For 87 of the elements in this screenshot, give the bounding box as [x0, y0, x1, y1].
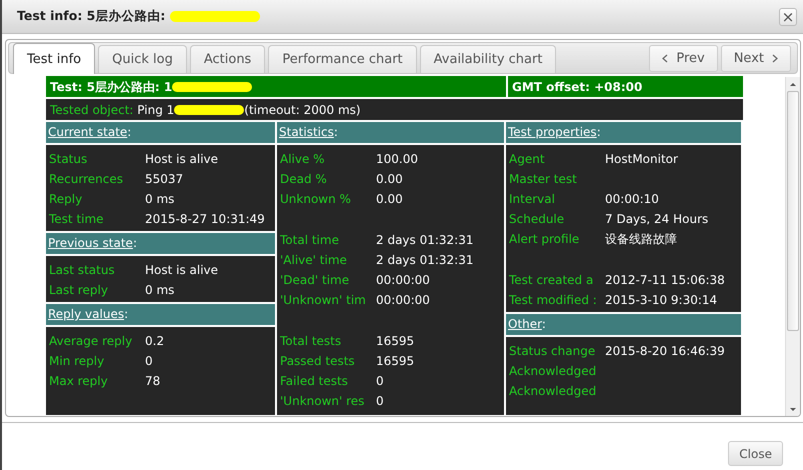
- field-label: Unknown %: [280, 191, 352, 208]
- field-label: Min reply: [49, 353, 106, 370]
- field-label: Failed tests: [280, 373, 349, 390]
- field-label: Acknowledged: [509, 363, 598, 380]
- section-link[interactable]: Other: [508, 317, 542, 331]
- section-link[interactable]: Statistics: [279, 125, 334, 139]
- field-value: 0 ms: [145, 282, 176, 299]
- field-label: 'Dead' time: [280, 272, 350, 289]
- field-value: 0.00: [376, 171, 404, 188]
- field-value: 2015-8-27 10:31:49: [145, 211, 266, 228]
- field-value: 0.00: [376, 191, 404, 208]
- field-value: 55037: [145, 171, 184, 188]
- field-value: 0.2: [145, 333, 166, 350]
- field-label: Agent: [509, 151, 546, 168]
- field-value: 0 ms: [145, 191, 176, 208]
- section-link[interactable]: Test properties: [508, 125, 597, 139]
- field-label: Total time: [280, 232, 340, 249]
- tab[interactable]: Performance chart: [268, 45, 417, 73]
- field-value: 0: [376, 393, 385, 410]
- dialog-title: Test info: 5层办公路由:: [17, 8, 166, 25]
- field-value: 16595: [376, 353, 416, 370]
- chevron-left-icon: [662, 54, 668, 62]
- field-value: 16595: [376, 333, 416, 350]
- field-label: Total tests: [280, 333, 342, 350]
- field-label: Alert profile: [509, 231, 580, 248]
- field-value: 2 days 01:32:31: [376, 252, 474, 269]
- field-label: Recurrences: [49, 171, 124, 188]
- field-value: 00:00:00: [376, 272, 431, 289]
- field-label: Average reply: [49, 333, 134, 350]
- close-button[interactable]: Close: [728, 441, 783, 466]
- field-value: 2015-3-10 9:30:14: [605, 292, 718, 309]
- field-value: 78: [145, 373, 162, 390]
- field-value: 2015-8-20 16:46:39: [605, 343, 726, 360]
- prev-button[interactable]: Prev: [649, 44, 718, 72]
- field-label: Acknowledged: [509, 383, 598, 400]
- field-label: 'Alive' time: [280, 252, 348, 269]
- field-label: 'Unknown' tim: [280, 292, 367, 309]
- field-label: Passed tests: [280, 353, 356, 370]
- field-value: 00:00:10: [605, 191, 660, 208]
- colon: :: [124, 307, 128, 321]
- field-value: 100.00: [376, 151, 419, 168]
- field-value: 7 Days, 24 Hours: [605, 211, 710, 228]
- colon: :: [127, 125, 132, 139]
- section-link[interactable]: Reply values: [48, 307, 124, 321]
- tab[interactable]: Test info: [13, 43, 96, 74]
- close-button[interactable]: ×: [779, 8, 797, 26]
- section-link[interactable]: Current state: [48, 125, 128, 139]
- chevron-right-icon: [772, 54, 778, 62]
- colon: :: [596, 125, 601, 139]
- scrollbar[interactable]: [785, 77, 800, 416]
- field-value: 2012-7-11 15:06:38: [605, 272, 726, 289]
- next-button[interactable]: Next: [720, 44, 791, 72]
- field-label: Last status: [49, 262, 116, 279]
- field-label: Status change: [509, 343, 596, 360]
- field-value: 00:00:00: [376, 292, 431, 309]
- test-name: Test: 5层办公路由: 1: [50, 78, 172, 96]
- section-link[interactable]: Previous state: [48, 236, 133, 250]
- field-label: Test created a: [509, 272, 594, 289]
- colon: :: [132, 236, 137, 250]
- field-label: Alive %: [280, 151, 326, 168]
- field-label: Interval: [509, 191, 556, 208]
- field-label: Dead %: [280, 171, 328, 188]
- gmt-offset: GMT offset: +08:00: [512, 78, 642, 96]
- field-label: Reply: [49, 191, 84, 208]
- tab[interactable]: Actions: [190, 45, 266, 73]
- colon: :: [334, 125, 338, 139]
- field-value: Host is alive: [145, 151, 220, 168]
- field-value: Ping 1: [137, 102, 174, 118]
- field-label: Master test: [509, 171, 578, 188]
- field-label: Max reply: [49, 373, 109, 390]
- field-label: Schedule: [509, 211, 566, 228]
- tab[interactable]: Quick log: [98, 45, 187, 73]
- tab[interactable]: Availability chart: [420, 45, 556, 73]
- field-value: 0: [145, 353, 154, 370]
- colon: :: [542, 317, 546, 331]
- field-label: Test modified :: [509, 292, 598, 309]
- field-value: 0: [376, 373, 385, 390]
- field-value: 设备线路故障: [605, 231, 678, 248]
- field-label: Tested object:: [50, 102, 134, 118]
- field-value: HostMonitor: [605, 151, 679, 168]
- field-label: Test time: [49, 211, 105, 228]
- field-label: Last reply: [49, 282, 109, 299]
- field-value: (timeout: 2000 ms): [244, 102, 361, 118]
- field-label: 'Unknown' res: [280, 393, 366, 410]
- field-label: Status: [49, 151, 88, 168]
- field-value: Host is alive: [145, 262, 220, 279]
- field-value: 2 days 01:32:31: [376, 232, 474, 249]
